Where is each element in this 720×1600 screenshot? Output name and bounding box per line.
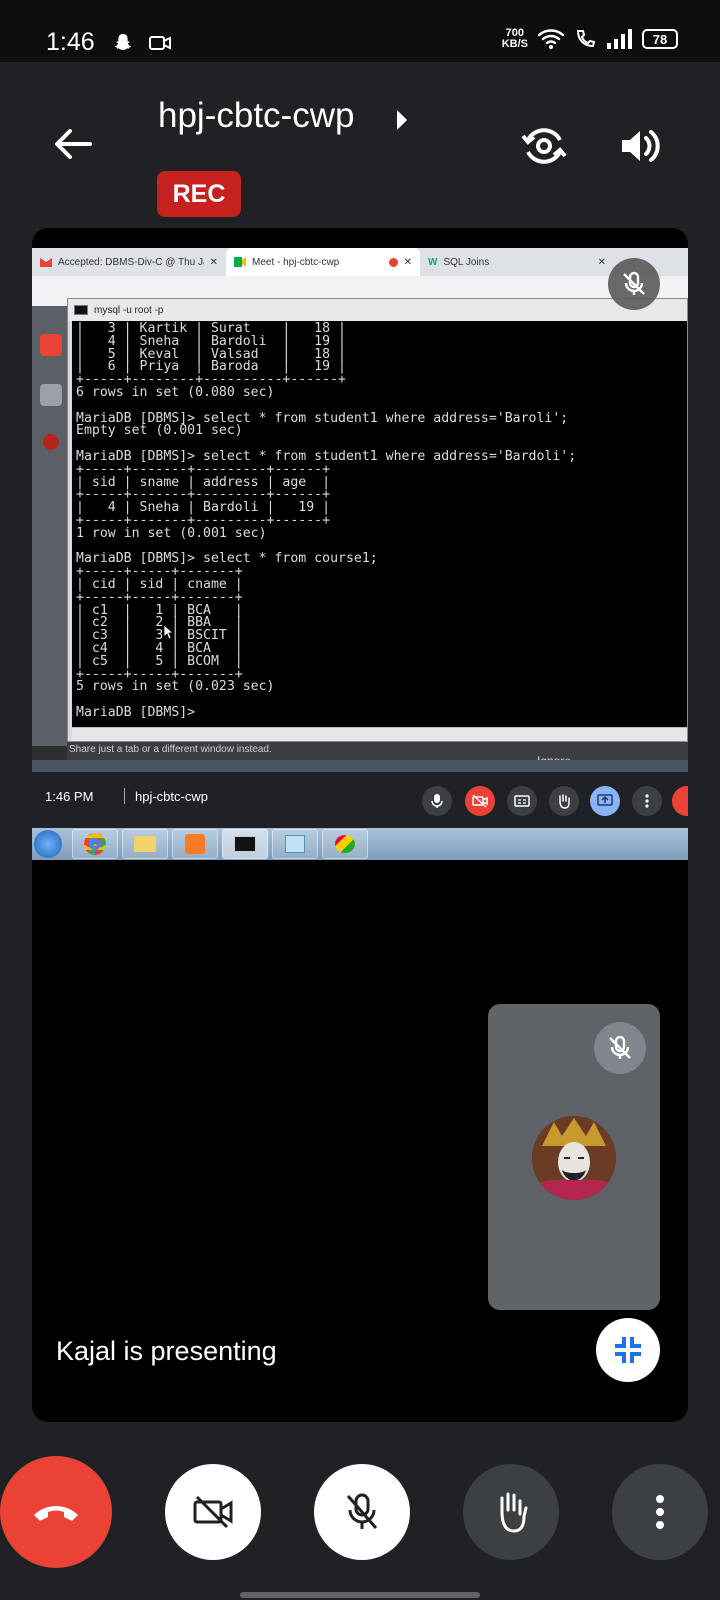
more-options-button[interactable] xyxy=(612,1464,708,1560)
meet-icon xyxy=(234,257,246,267)
self-view-tile[interactable] xyxy=(488,1004,660,1310)
snapchat-icon xyxy=(114,33,132,51)
windows-taskbar xyxy=(32,828,688,860)
meet-bar-code: hpj-cbtc-cwp xyxy=(135,789,208,804)
chrome-taskbar-icon xyxy=(72,829,118,859)
mic-off-icon xyxy=(623,271,645,295)
raise-hand-icon xyxy=(500,1492,528,1533)
battery-indicator: 78 xyxy=(642,29,678,49)
network-speed: 700 KB/S xyxy=(501,27,528,50)
terminal-line: Empty set (0.001 sec) xyxy=(76,423,243,439)
status-time: 1:46 xyxy=(46,28,95,56)
page-sidebar xyxy=(32,306,68,746)
wifi-icon xyxy=(538,29,564,49)
camera-off-icon xyxy=(465,786,495,816)
w3schools-icon: W xyxy=(428,256,438,268)
cmd-icon xyxy=(74,305,88,315)
windows-start-icon xyxy=(34,830,62,858)
self-muted-badge xyxy=(594,1022,646,1074)
cmd-scrollbar xyxy=(72,727,687,741)
more-options-icon xyxy=(632,786,662,816)
terminal-line: MariaDB [DBMS]> xyxy=(76,704,196,720)
captions-icon xyxy=(507,786,537,816)
end-call-icon xyxy=(34,1506,78,1521)
gmail-icon xyxy=(40,258,52,267)
shared-screen: Accepted: DBMS-Div-C @ Thu Ja ✕ Meet - h… xyxy=(32,248,688,772)
camera-off-icon xyxy=(193,1495,233,1529)
browser-tab: Meet - hpj-cbtc-cwp ✕ xyxy=(226,248,420,276)
avatar xyxy=(532,1116,616,1200)
video-call-status-icon xyxy=(149,36,171,50)
status-bar: 1:46 700 KB/S 78 xyxy=(0,0,720,62)
home-indicator xyxy=(240,1592,480,1598)
explorer-taskbar-icon xyxy=(122,829,168,859)
mouse-cursor-icon xyxy=(164,625,174,639)
cmd-taskbar-icon xyxy=(222,829,268,859)
presenter-muted-badge xyxy=(608,258,660,310)
mic-icon xyxy=(422,786,452,816)
switch-camera-icon[interactable] xyxy=(520,122,568,170)
presentation-view[interactable]: Accepted: DBMS-Div-C @ Thu Ja ✕ Meet - h… xyxy=(32,228,688,1422)
terminal-output: | 3 | Kartik | Surat | 18 | | 4 | Sneha |… xyxy=(72,321,687,727)
shared-meet-toolbar: 1:46 PM hpj-cbtc-cwp xyxy=(32,772,688,828)
terminal-line: 5 rows in set (0.023 sec) xyxy=(76,679,275,695)
cmd-window: mysql -u root -p | 3 | Kartik | Surat | … xyxy=(67,298,688,742)
close-icon: ✕ xyxy=(209,256,218,268)
terminal-line: 6 rows in set (0.080 sec) xyxy=(76,384,275,400)
terminal-line: 1 row in set (0.001 sec) xyxy=(76,525,267,541)
thumbnail-icon xyxy=(40,384,62,406)
browser-tab: Accepted: DBMS-Div-C @ Thu Ja ✕ xyxy=(32,248,226,276)
mic-off-icon xyxy=(609,1035,631,1059)
meeting-title[interactable]: hpj-cbtc-cwp xyxy=(158,96,354,136)
end-call-button[interactable] xyxy=(0,1456,112,1568)
paint-taskbar-icon xyxy=(322,829,368,859)
signal-icon xyxy=(607,29,632,49)
close-icon: ✕ xyxy=(597,256,606,268)
raise-hand-button[interactable] xyxy=(463,1464,559,1560)
browser-tab: W SQL Joins ✕ xyxy=(428,256,606,268)
cmd-titlebar: mysql -u root -p xyxy=(68,299,687,321)
close-icon: ✕ xyxy=(403,256,412,268)
caret-right-icon[interactable] xyxy=(394,108,410,132)
more-vert-icon xyxy=(656,1495,664,1529)
collapse-icon xyxy=(615,1337,641,1363)
minimize-presentation-button[interactable] xyxy=(596,1318,660,1382)
recording-dot-icon xyxy=(388,257,398,267)
back-arrow-icon[interactable] xyxy=(50,122,94,166)
raise-hand-icon xyxy=(549,786,579,816)
record-small-icon xyxy=(43,434,59,450)
meet-bar-time: 1:46 PM xyxy=(45,789,94,804)
xampp-taskbar-icon xyxy=(172,829,218,859)
mic-off-icon xyxy=(346,1493,378,1529)
wifi-calling-icon xyxy=(576,30,596,48)
mic-toggle-button[interactable] xyxy=(314,1464,410,1560)
browser-tab-strip: Accepted: DBMS-Div-C @ Thu Ja ✕ Meet - h… xyxy=(32,248,688,276)
notepad-taskbar-icon xyxy=(272,829,318,859)
camera-toggle-button[interactable] xyxy=(165,1464,261,1560)
speaker-icon[interactable] xyxy=(618,124,662,168)
record-icon xyxy=(40,334,62,356)
mini-taskbar xyxy=(32,760,688,772)
leave-call-icon xyxy=(672,786,688,816)
present-screen-icon xyxy=(590,786,620,816)
presenting-label: Kajal is presenting xyxy=(56,1336,277,1366)
rec-badge: REC xyxy=(157,171,241,217)
